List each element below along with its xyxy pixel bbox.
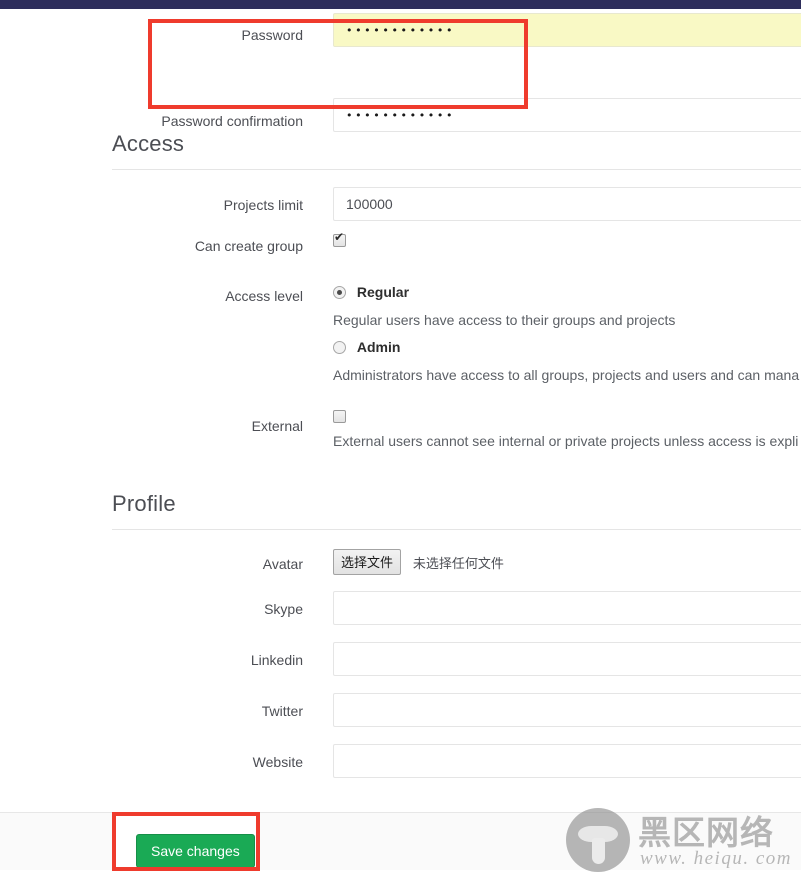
form-row-can-create-group: Can create group xyxy=(0,229,801,263)
projects-limit-input[interactable] xyxy=(333,187,801,221)
access-level-regular-help: Regular users have access to their group… xyxy=(333,312,676,328)
password-confirmation-masked-value: •••••••••••• xyxy=(346,109,456,122)
avatar-file-input[interactable]: 选择文件 未选择任何文件 xyxy=(333,549,504,575)
avatar-file-status: 未选择任何文件 xyxy=(412,555,504,571)
site-watermark: 黑区网络 www. heiqu. com xyxy=(566,804,801,876)
skype-input[interactable] xyxy=(333,591,801,625)
website-input[interactable] xyxy=(333,744,801,778)
browser-top-strip xyxy=(0,0,801,9)
twitter-label: Twitter xyxy=(261,703,303,719)
form-row-linkedin: Linkedin xyxy=(0,634,801,684)
form-row-website: Website xyxy=(0,736,801,786)
can-create-group-label: Can create group xyxy=(194,238,303,254)
access-level-option-admin[interactable]: Admin xyxy=(333,339,401,357)
form-row-password-confirmation: Password confirmation •••••••••••• xyxy=(0,56,801,132)
access-level-admin-radio[interactable] xyxy=(333,341,346,354)
form-row-avatar: Avatar 选择文件 未选择任何文件 xyxy=(0,541,801,581)
access-level-admin-label: Admin xyxy=(356,339,401,355)
access-section-title: Access xyxy=(112,131,185,156)
form-row-access-level: Access level Regular Regular users have … xyxy=(0,274,801,404)
linkedin-input[interactable] xyxy=(333,642,801,676)
form-row-skype: Skype xyxy=(0,583,801,633)
form-row-projects-limit: Projects limit xyxy=(0,179,801,223)
external-help: External users cannot see internal or pr… xyxy=(333,433,799,449)
website-label: Website xyxy=(252,754,303,770)
watermark-url-text: www. heiqu. com xyxy=(640,848,792,869)
access-level-option-regular[interactable]: Regular xyxy=(333,284,410,302)
twitter-input[interactable] xyxy=(333,693,801,727)
save-changes-button[interactable]: Save changes xyxy=(136,834,255,868)
linkedin-label: Linkedin xyxy=(250,652,303,668)
password-label: Password xyxy=(241,27,303,43)
external-checkbox[interactable] xyxy=(333,410,346,423)
mushroom-icon xyxy=(566,808,630,872)
password-masked-value: •••••••••••• xyxy=(346,24,456,37)
watermark-chinese-text: 黑区网络 xyxy=(638,813,774,852)
external-label: External xyxy=(251,418,303,434)
profile-section-divider xyxy=(112,529,801,530)
password-input[interactable]: •••••••••••• xyxy=(333,13,801,47)
skype-label: Skype xyxy=(264,601,303,617)
form-row-password: Password •••••••••••• xyxy=(0,13,801,57)
avatar-choose-file-button[interactable]: 选择文件 xyxy=(333,549,402,575)
profile-section-title: Profile xyxy=(112,491,176,516)
password-confirmation-label: Password confirmation xyxy=(161,113,303,129)
admin-user-edit-form: Password •••••••••••• Password confirmat… xyxy=(0,9,801,872)
access-level-label: Access level xyxy=(225,288,303,304)
access-level-admin-help: Administrators have access to all groups… xyxy=(333,367,800,383)
form-row-twitter: Twitter xyxy=(0,685,801,735)
form-row-external: External External users cannot see inter… xyxy=(0,404,801,459)
avatar-label: Avatar xyxy=(262,556,303,572)
access-level-regular-label: Regular xyxy=(356,284,410,300)
access-section-divider xyxy=(112,169,801,170)
password-confirmation-input[interactable]: •••••••••••• xyxy=(333,98,801,132)
can-create-group-checkbox[interactable] xyxy=(333,231,346,247)
projects-limit-label: Projects limit xyxy=(223,197,303,213)
access-level-regular-radio[interactable] xyxy=(333,286,346,299)
